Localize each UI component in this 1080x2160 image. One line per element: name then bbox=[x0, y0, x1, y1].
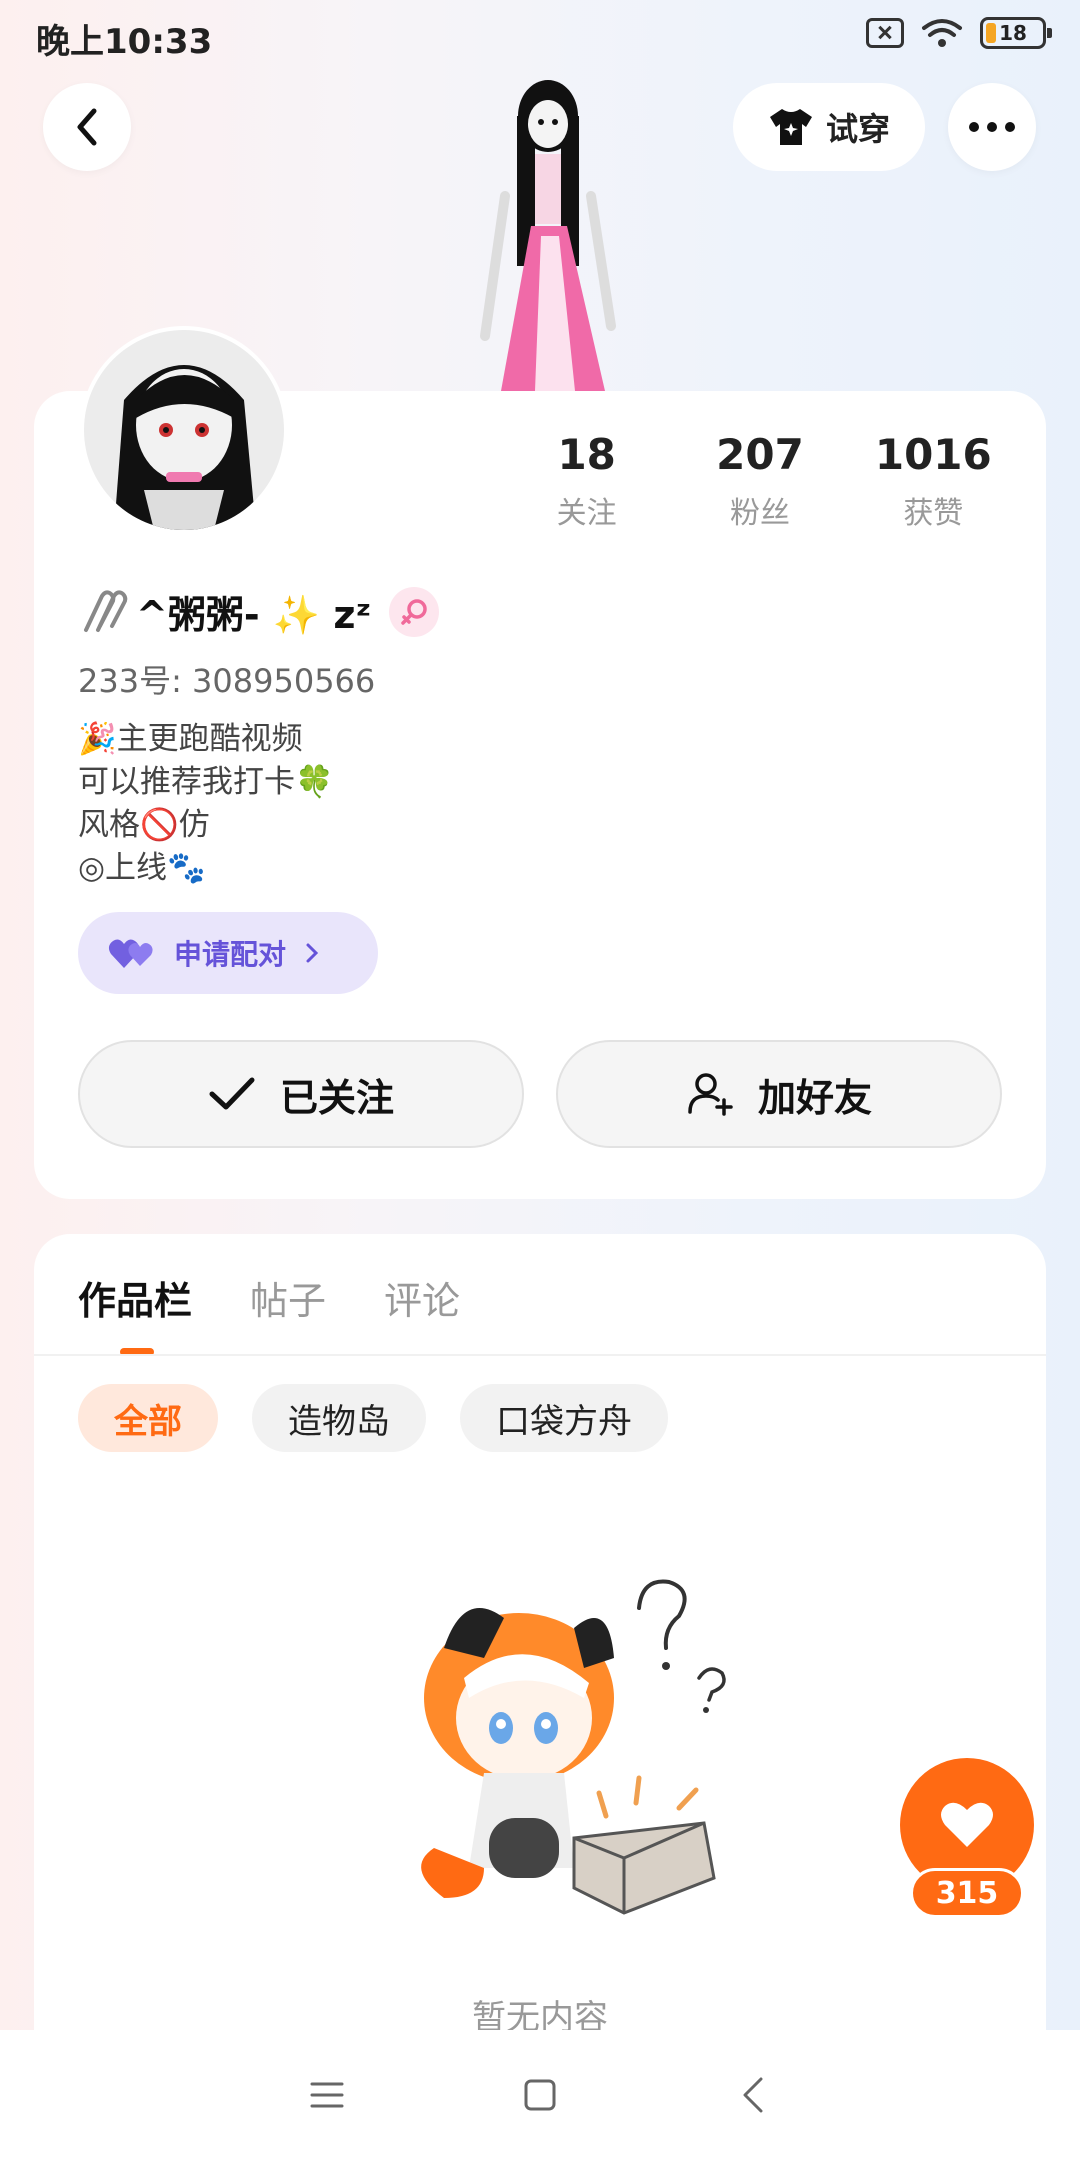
try-on-label: 试穿 bbox=[825, 110, 890, 148]
stats-row: 18 关注 207 粉丝 1016 获赞 bbox=[500, 430, 1020, 532]
stat-label: 关注 bbox=[556, 496, 617, 531]
bio-line: 可以推荐我打卡🍀 bbox=[78, 764, 334, 800]
bio-line: 🎉主更跑酷视频 bbox=[78, 721, 303, 757]
tab-works[interactable]: 作品栏 bbox=[78, 1270, 192, 1325]
menu-button[interactable] bbox=[297, 2065, 357, 2125]
empty-state-illustration bbox=[421, 1579, 726, 1915]
battery-icon: 18 bbox=[980, 17, 1052, 49]
bio: 🎉主更跑酷视频 可以推荐我打卡🍀 风格🚫仿 ◎上线🐾 bbox=[78, 718, 334, 890]
tab-posts[interactable]: 帖子 bbox=[250, 1270, 326, 1325]
paperclip-icon bbox=[84, 589, 128, 632]
female-gender-icon bbox=[389, 586, 440, 637]
system-back-button[interactable] bbox=[723, 2065, 783, 2125]
pair-label: 申请配对 bbox=[174, 938, 287, 971]
stat-value: 1016 bbox=[874, 430, 992, 479]
back-button[interactable] bbox=[43, 83, 131, 171]
status-bar: 晚上10:33 18 bbox=[0, 0, 1080, 68]
home-square-icon bbox=[524, 2079, 556, 2111]
wifi-icon bbox=[922, 19, 962, 47]
bio-line: ◎上线🐾 bbox=[78, 850, 206, 886]
more-dot bbox=[1005, 122, 1015, 132]
name-row: ^粥粥- ✨ zᶻ bbox=[78, 584, 440, 639]
hearts-icon bbox=[108, 939, 153, 968]
system-nav-bar bbox=[0, 2030, 1080, 2160]
chevron-left-icon bbox=[77, 108, 97, 146]
add-friend-button[interactable]: 加好友 bbox=[556, 1040, 1002, 1148]
battery-level: 18 bbox=[999, 21, 1027, 45]
username: ^粥粥- ✨ zᶻ bbox=[136, 593, 372, 637]
stat-label: 获赞 bbox=[903, 496, 964, 531]
content-tabs: 作品栏 帖子 评论 bbox=[78, 1270, 460, 1325]
stat-followers[interactable]: 207 粉丝 bbox=[673, 430, 846, 532]
add-user-icon bbox=[688, 1073, 733, 1116]
heart-icon bbox=[941, 1802, 993, 1847]
stat-following[interactable]: 18 关注 bbox=[500, 430, 673, 532]
home-button[interactable] bbox=[510, 2065, 570, 2125]
chip-all[interactable]: 全部 bbox=[78, 1384, 218, 1452]
try-on-button[interactable]: 试穿 bbox=[733, 83, 925, 171]
tab-comments[interactable]: 评论 bbox=[384, 1270, 460, 1325]
more-dot bbox=[987, 122, 997, 132]
tabs-divider bbox=[34, 1354, 1046, 1356]
avatar[interactable] bbox=[80, 326, 288, 534]
stat-value: 18 bbox=[557, 430, 616, 479]
apply-pair-button[interactable]: 申请配对 bbox=[78, 912, 378, 994]
checkmark-icon bbox=[209, 1077, 255, 1110]
avatar-figure-image bbox=[480, 80, 616, 391]
status-icons: 18 bbox=[866, 16, 1052, 50]
like-count: 315 bbox=[910, 1868, 1024, 1918]
add-friend-label: 加好友 bbox=[757, 1075, 872, 1120]
chevron-right-icon bbox=[306, 943, 319, 963]
user-id: 233号: 308950566 bbox=[78, 662, 376, 700]
bio-line: 风格🚫仿 bbox=[78, 807, 210, 843]
stat-likes[interactable]: 1016 获赞 bbox=[847, 430, 1020, 532]
avatar-image bbox=[84, 330, 284, 530]
status-time: 晚上10:33 bbox=[36, 22, 213, 62]
like-float-button[interactable]: 315 bbox=[900, 1758, 1034, 1918]
menu-icon bbox=[310, 2082, 344, 2108]
chip-pocket-ark[interactable]: 口袋方舟 bbox=[460, 1384, 668, 1452]
following-label: 已关注 bbox=[279, 1075, 394, 1120]
tshirt-icon bbox=[769, 109, 812, 145]
back-triangle-icon bbox=[743, 2077, 763, 2113]
more-button[interactable] bbox=[948, 83, 1036, 171]
filter-chips: 全部 造物岛 口袋方舟 bbox=[78, 1384, 668, 1452]
stat-value: 207 bbox=[716, 430, 804, 479]
no-sim-icon bbox=[866, 18, 904, 48]
more-dot bbox=[969, 122, 979, 132]
chip-creation-island[interactable]: 造物岛 bbox=[252, 1384, 426, 1452]
following-button[interactable]: 已关注 bbox=[78, 1040, 524, 1148]
stat-label: 粉丝 bbox=[729, 496, 790, 531]
works-card: 作品栏 帖子 评论 全部 造物岛 口袋方舟 暂无内容 bbox=[34, 1234, 1046, 2038]
